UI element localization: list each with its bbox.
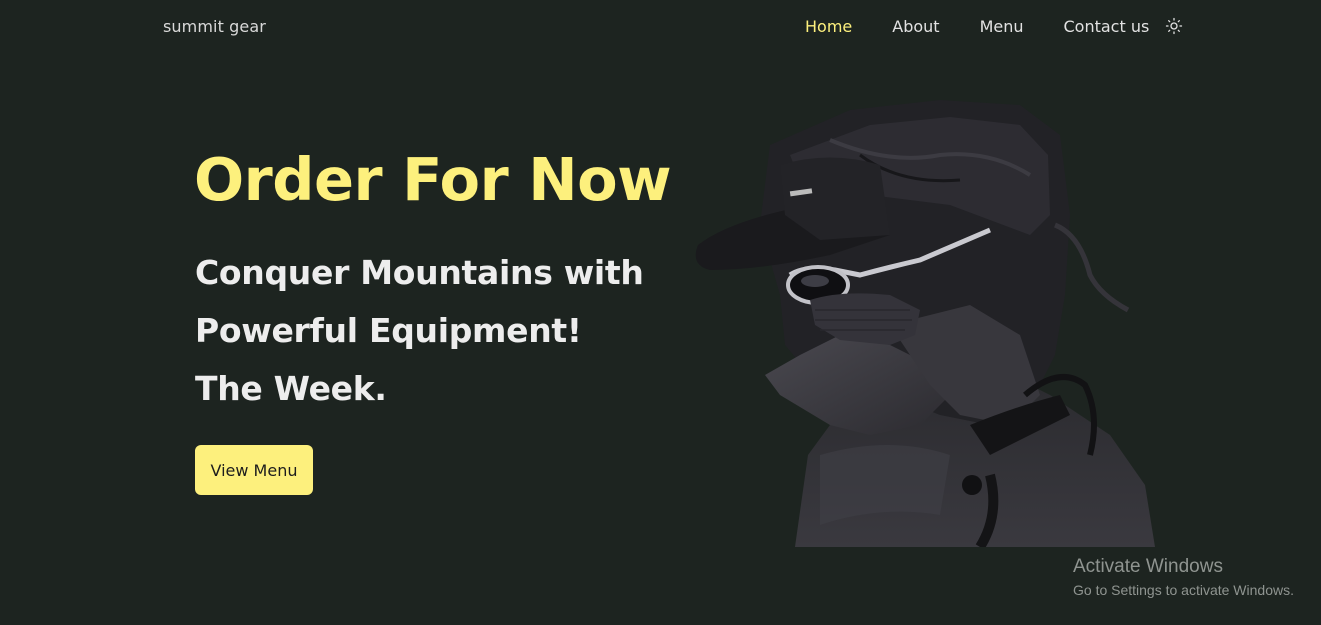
activate-windows-watermark: Activate Windows Go to Settings to activ… xyxy=(1073,556,1294,602)
hero-subtitle: Conquer Mountains with Powerful Equipmen… xyxy=(195,244,644,418)
nav-item-home[interactable]: Home xyxy=(805,17,852,37)
nav-item-menu[interactable]: Menu xyxy=(980,17,1024,37)
nav-item-about[interactable]: About xyxy=(892,17,939,37)
brand-logo[interactable]: summit gear xyxy=(163,17,266,36)
watermark-title: Activate Windows xyxy=(1073,556,1223,577)
sun-icon[interactable] xyxy=(1165,17,1183,35)
view-menu-button[interactable]: View Menu xyxy=(195,445,313,495)
hero-subtitle-line: The Week. xyxy=(195,369,387,408)
nav-item-contact[interactable]: Contact us xyxy=(1064,17,1150,37)
hero-title: Order For Now xyxy=(194,145,672,214)
watermark-subtitle: Go to Settings to activate Windows. xyxy=(1073,582,1294,598)
hero-image xyxy=(695,100,1155,547)
hero-subtitle-line: Powerful Equipment! xyxy=(195,311,582,350)
main-nav: Home About Menu Contact us xyxy=(805,17,1183,37)
page: summit gear Home About Menu Contact us O… xyxy=(0,0,1321,625)
hero-subtitle-line: Conquer Mountains with xyxy=(195,253,644,292)
